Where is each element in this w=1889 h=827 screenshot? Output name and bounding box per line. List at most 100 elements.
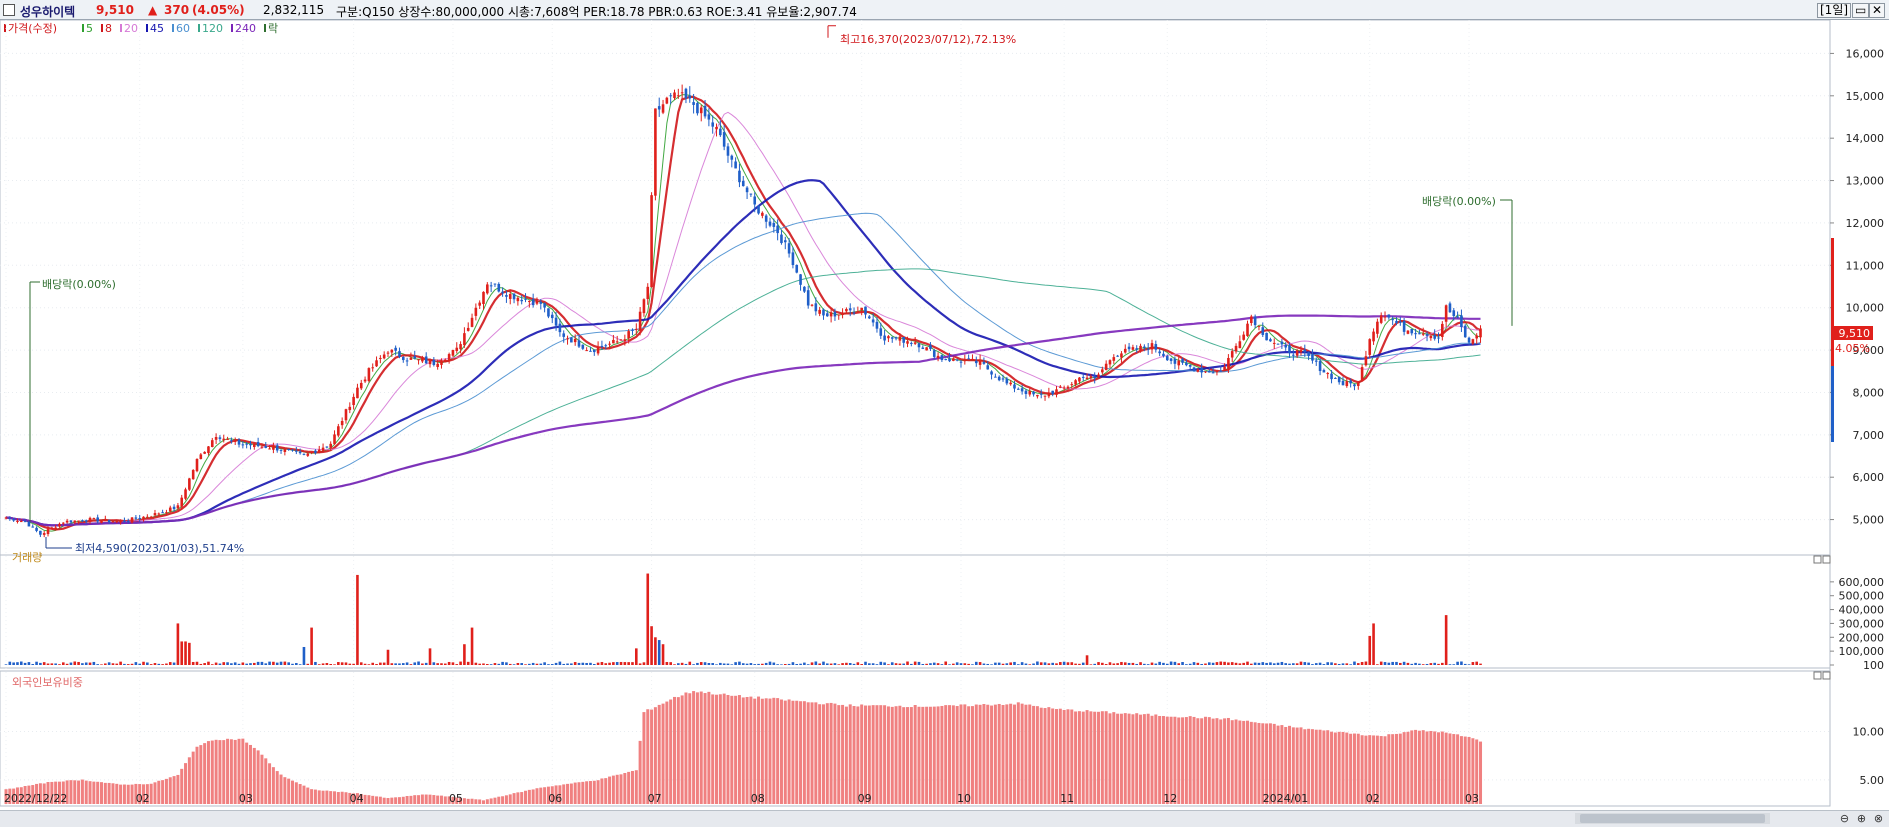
volume-bar (1204, 663, 1207, 665)
volume-bar (1017, 664, 1020, 665)
candle-body (1265, 332, 1268, 341)
foreign-ratio-bar (1223, 718, 1227, 804)
volume-bar (138, 663, 141, 665)
candle-body (799, 274, 802, 285)
x-tick-label-8: 09 (858, 792, 872, 805)
volume-bar (359, 662, 363, 665)
x-tick-label-1: 02 (136, 792, 150, 805)
foreign-ratio-bar (902, 707, 906, 804)
candle-body (822, 309, 825, 316)
foreign-ratio-bar (1077, 711, 1081, 804)
candle-body (997, 376, 1001, 381)
candle-body (1402, 320, 1406, 332)
foreign-ratio-bar (921, 706, 925, 804)
volume-bar (1246, 661, 1249, 665)
volume-bar (39, 662, 42, 665)
candle-body (302, 453, 306, 455)
candle-body (107, 520, 111, 523)
foreign-ratio-bar (1032, 705, 1036, 804)
candle-body (596, 346, 600, 354)
foreign-ratio-bar (810, 702, 814, 804)
legend-swatch-2 (101, 24, 103, 32)
foreign-ratio-bar (1429, 730, 1433, 804)
candle-body (948, 358, 951, 362)
close-icon[interactable]: ✕ (1869, 3, 1886, 18)
volume-bar (317, 664, 321, 665)
candle-body (1036, 394, 1039, 397)
stock-header-bar: 성우하이텍 9,510 ▲ 370 (4.05%) 2,832,115 구분:Q… (0, 0, 1889, 20)
minimize-icon[interactable]: ▭ (1852, 3, 1870, 18)
volume-bar (677, 663, 680, 665)
foreign-ratio-bar (707, 691, 711, 804)
foreign-ratio-bar (187, 757, 191, 804)
volume-bar (1299, 661, 1303, 665)
candle-body (734, 161, 737, 169)
candle-body (413, 356, 417, 359)
candle-body (172, 506, 176, 510)
candle-body (699, 107, 703, 114)
volume-bar (917, 661, 921, 665)
candle-body (761, 212, 764, 216)
volume-bar (394, 663, 397, 665)
volume-bar (730, 664, 734, 665)
zoom-reset-icon[interactable]: ⊗ (1872, 812, 1885, 825)
candle-body (994, 376, 997, 378)
volume-bar (1414, 662, 1417, 665)
candle-body (1292, 354, 1295, 356)
volume-bar (379, 662, 382, 665)
candle-body (421, 358, 424, 362)
volume-bar (390, 663, 394, 665)
volume-bar (646, 573, 650, 665)
period-button[interactable]: [1일] (1817, 3, 1852, 18)
foreign-ratio-bar (1173, 716, 1177, 804)
candle-body (592, 349, 596, 353)
zoom-in-icon[interactable]: ⊕ (1855, 812, 1868, 825)
foreign-ratio-bar (1207, 717, 1211, 804)
foreign-ratio-bar (268, 763, 272, 804)
volume-bar (371, 662, 375, 665)
volume-bar (314, 661, 317, 665)
volume-bar (986, 663, 990, 665)
candle-body (577, 340, 581, 347)
candle-body (1032, 391, 1035, 395)
candle-body (470, 317, 474, 327)
candle-body (19, 521, 23, 523)
foreign-ratio-bar (906, 707, 910, 804)
volume-bar (592, 664, 596, 665)
volume-bar (1429, 663, 1433, 665)
chart-scrollbar[interactable]: ⊖ ⊕ ⊗ (0, 810, 1889, 827)
candle-body (631, 329, 634, 331)
foreign-ratio-bar (1391, 734, 1395, 804)
zoom-out-icon[interactable]: ⊖ (1838, 812, 1851, 825)
foreign-ratio-bar (1417, 730, 1421, 804)
volume-bar (722, 663, 726, 665)
candle-body (279, 449, 283, 451)
volume-bar (1372, 623, 1375, 665)
candle-body (1234, 345, 1238, 352)
candle-body (665, 97, 669, 104)
volume-bar (913, 661, 917, 665)
foreign-ratio-bar (627, 771, 631, 804)
foreign-ratio-bar (562, 784, 566, 804)
candle-body (955, 359, 959, 361)
foreign-ratio-bar (378, 796, 382, 804)
candle-body (321, 447, 325, 451)
foreign-ratio-bar (1249, 721, 1253, 804)
candle-body (848, 308, 852, 311)
candle-body (780, 234, 783, 244)
legend-swatch-4 (146, 24, 148, 32)
foreign-ratio-bar (990, 705, 994, 804)
foreign-ratio-bar (153, 782, 157, 804)
candle-body (1062, 387, 1066, 389)
foreign-ratio-bar (489, 798, 493, 804)
candle-body (356, 387, 359, 399)
candle-body (42, 533, 46, 535)
volume-bar (363, 663, 367, 665)
candle-body (1188, 364, 1192, 367)
scroll-thumb[interactable] (1580, 814, 1765, 823)
panel-checkbox[interactable] (3, 4, 15, 16)
volume-bar (168, 662, 172, 665)
candle-body (417, 359, 420, 361)
foreign-ratio-bar (1379, 736, 1383, 804)
candle-body (1387, 314, 1391, 318)
